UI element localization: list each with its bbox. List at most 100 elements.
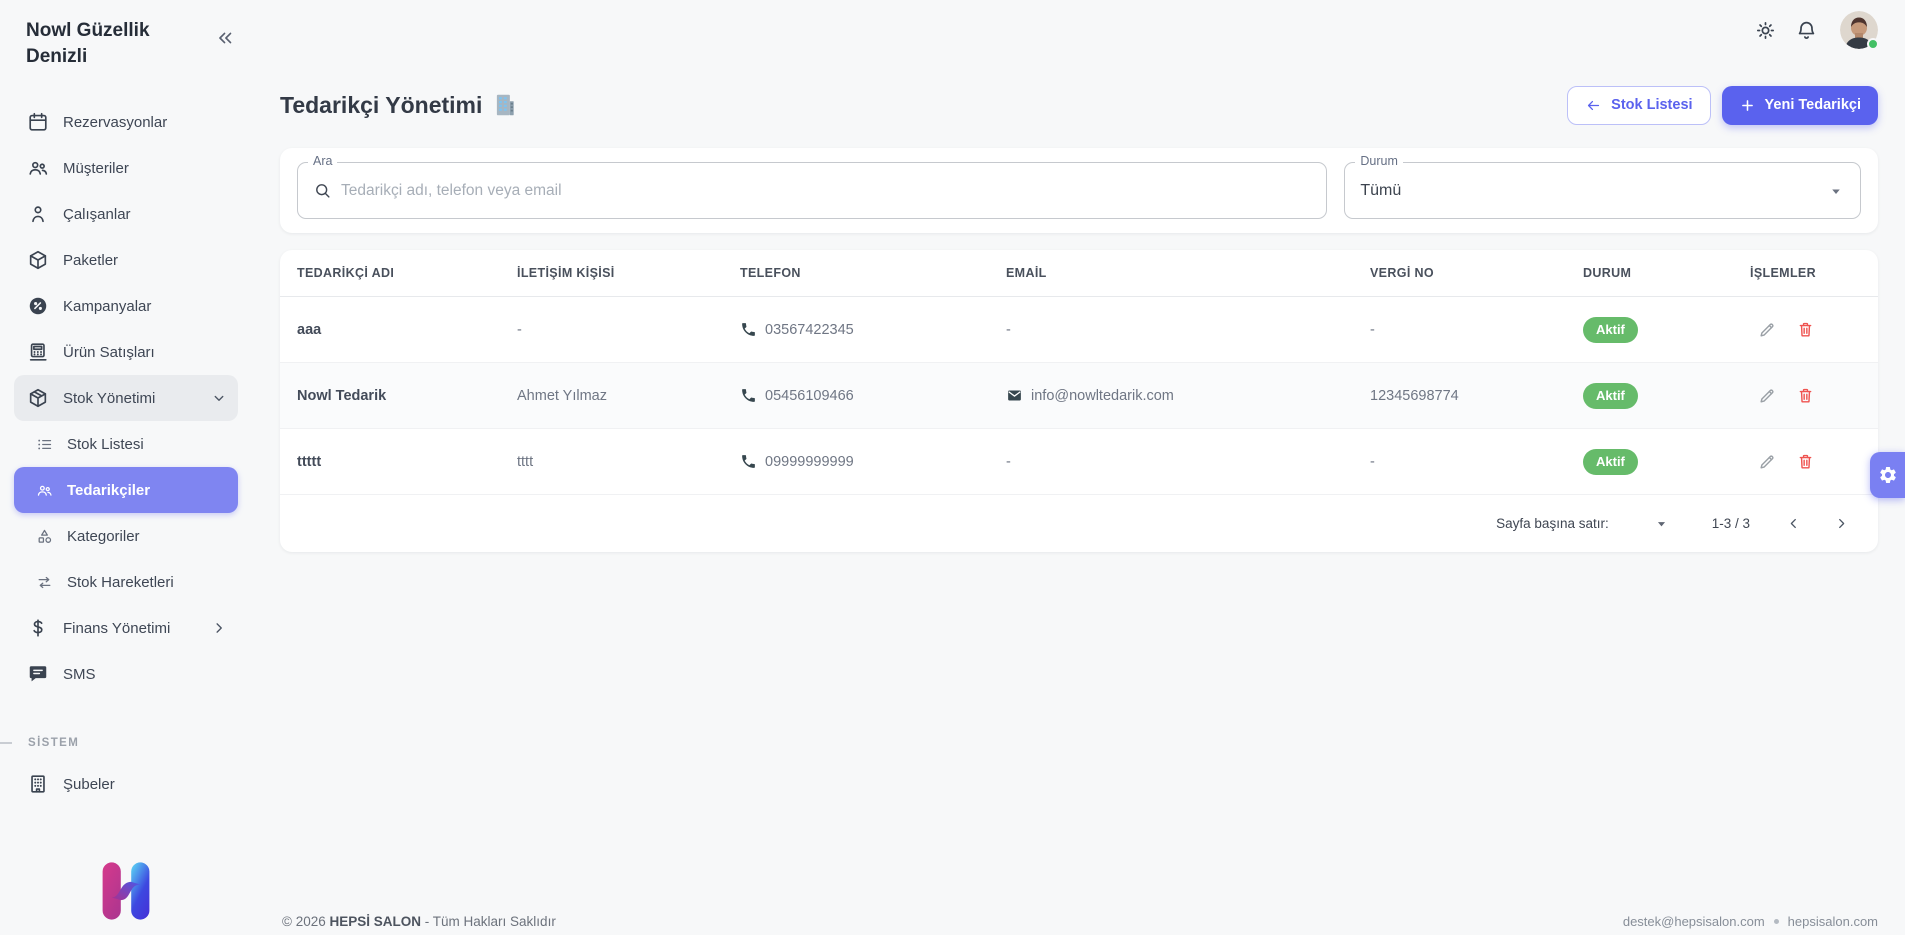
support-email-link[interactable]: destek@hepsisalon.com [1623, 914, 1765, 929]
status-select[interactable]: Durum Tümü [1344, 162, 1861, 219]
sidebar-item-label: Kampanyalar [63, 298, 151, 315]
column-header-iletisim-kisisi: İLETİŞİM KİŞİSİ [517, 266, 740, 280]
delete-button[interactable] [1788, 313, 1822, 347]
sidebar-system-nav: Şubeler [14, 761, 252, 807]
edit-icon [1758, 386, 1777, 405]
register-icon [27, 341, 49, 363]
finance-icon [27, 617, 49, 639]
next-page-button[interactable] [1824, 507, 1858, 541]
package-icon [27, 249, 49, 271]
sidebar-item-tedarikciler[interactable]: Tedarikçiler [14, 467, 238, 513]
copyright-text: © 2026 HEPSİ SALON - Tüm Hakları Saklıdı… [282, 914, 556, 929]
employee-icon [27, 203, 49, 225]
rows-per-page-select[interactable] [1609, 515, 1670, 532]
business-name: Nowl Güzellik Denizli [26, 18, 186, 69]
search-field: Ara [297, 162, 1327, 219]
table-row-nowl-tedarik: Nowl TedarikAhmet Yılmaz05456109466info@… [280, 363, 1878, 429]
plus-icon [1739, 97, 1756, 114]
column-header-durum: DURUM [1583, 266, 1750, 280]
yeni-tedarikci-label: Yeni Tedarikçi [1765, 97, 1861, 113]
sidebar-item-label: Kategoriler [67, 528, 140, 545]
cell-supplier-name: aaa [297, 322, 517, 338]
page-title: Tedarikçi Yönetimi [280, 92, 518, 119]
cell-status: Aktif [1583, 383, 1750, 409]
stok-listesi-label: Stok Listesi [1611, 97, 1692, 113]
edit-icon [1758, 320, 1777, 339]
search-icon [313, 181, 332, 200]
sidebar-item-stok-listesi[interactable]: Stok Listesi [14, 421, 238, 467]
hepsisalon-logo [87, 852, 165, 930]
phone-icon [740, 387, 757, 404]
suppliers-icon [36, 482, 53, 499]
sidebar-item-kampanyalar[interactable]: Kampanyalar [14, 283, 238, 329]
app-window: Nowl Güzellik Denizli RezervasyonlarMüşt… [0, 0, 1905, 942]
categories-icon [36, 528, 53, 545]
delete-button[interactable] [1788, 379, 1822, 413]
sidebar-item-subeler[interactable]: Şubeler [14, 761, 238, 807]
status-badge: Aktif [1583, 317, 1638, 343]
sidebar-item-stok-yonetimi[interactable]: Stok Yönetimi [14, 375, 238, 421]
main-content: Tedarikçi Yönetimi Stok Listesi Yeni Ted… [252, 0, 1905, 942]
website-link[interactable]: hepsisalon.com [1788, 914, 1878, 929]
cell-actions [1750, 313, 1878, 347]
edit-button[interactable] [1750, 313, 1784, 347]
caret-down-icon [1827, 182, 1845, 200]
cell-status: Aktif [1583, 449, 1750, 475]
bell-icon[interactable] [1795, 19, 1818, 42]
calendar-icon [27, 111, 49, 133]
edit-button[interactable] [1750, 379, 1784, 413]
stok-listesi-button[interactable]: Stok Listesi [1567, 86, 1710, 125]
sidebar-item-label: Çalışanlar [63, 206, 131, 223]
yeni-tedarikci-button[interactable]: Yeni Tedarikçi [1722, 86, 1878, 125]
phone-icon [740, 453, 757, 470]
caret-down-icon [1653, 515, 1670, 532]
table-header-row: TEDARİKÇİ ADIİLETİŞİM KİŞİSİTELEFONEMAİL… [280, 250, 1878, 297]
settings-fab[interactable] [1870, 452, 1905, 498]
page-header: Tedarikçi Yönetimi Stok Listesi Yeni Ted… [280, 84, 1878, 126]
sidebar-item-label: Stok Listesi [67, 436, 144, 453]
cell-phone: 05456109466 [740, 387, 1006, 404]
theme-icon[interactable] [1754, 19, 1777, 42]
avatar[interactable] [1840, 11, 1878, 49]
delete-button[interactable] [1788, 445, 1822, 479]
table-row-aaa: aaa-03567422345--Aktif [280, 297, 1878, 363]
search-field-label: Ara [308, 154, 337, 168]
footer-links: destek@hepsisalon.com hepsisalon.com [1623, 914, 1878, 929]
chevron-left-icon [1785, 515, 1802, 532]
cell-email: - [1006, 454, 1370, 470]
sidebar-item-finans-yonetimi[interactable]: Finans Yönetimi [14, 605, 238, 651]
sidebar-item-calisanlar[interactable]: Çalışanlar [14, 191, 238, 237]
campaign-icon [27, 295, 49, 317]
cell-tax-no: 12345698774 [1370, 388, 1583, 404]
edit-icon [1758, 452, 1777, 471]
sidebar-item-urun-satislari[interactable]: Ürün Satışları [14, 329, 238, 375]
previous-page-button[interactable] [1776, 507, 1810, 541]
cell-actions [1750, 445, 1878, 479]
search-input[interactable] [341, 182, 1311, 200]
movements-icon [36, 574, 53, 591]
sidebar-item-musteriler[interactable]: Müşteriler [14, 145, 238, 191]
list-icon [36, 436, 53, 453]
section-divider [0, 742, 12, 744]
sidebar-item-label: Finans Yönetimi [63, 620, 170, 637]
cell-supplier-name: Nowl Tedarik [297, 388, 517, 404]
sidebar-item-rezervasyonlar[interactable]: Rezervasyonlar [14, 99, 238, 145]
chevron-right-icon [210, 619, 228, 637]
chevron-down-icon [210, 389, 228, 407]
sidebar-item-paketler[interactable]: Paketler [14, 237, 238, 283]
rows-per-page-label: Sayfa başına satır: [1496, 516, 1609, 531]
column-header-tedarikci-adi: TEDARİKÇİ ADI [297, 266, 517, 280]
cell-tax-no: - [1370, 322, 1583, 338]
gear-icon [1878, 465, 1898, 485]
edit-button[interactable] [1750, 445, 1784, 479]
cell-supplier-name: ttttt [297, 454, 517, 470]
chevron-double-left-icon[interactable] [214, 27, 236, 49]
sidebar-item-kategoriler[interactable]: Kategoriler [14, 513, 238, 559]
sidebar-item-stok-hareketleri[interactable]: Stok Hareketleri [14, 559, 238, 605]
column-header-email: EMAİL [1006, 266, 1370, 280]
mail-icon [1006, 387, 1023, 404]
cell-actions [1750, 379, 1878, 413]
status-badge: Aktif [1583, 449, 1638, 475]
cell-contact-person: - [517, 322, 740, 338]
sidebar-item-sms[interactable]: SMS [14, 651, 238, 697]
